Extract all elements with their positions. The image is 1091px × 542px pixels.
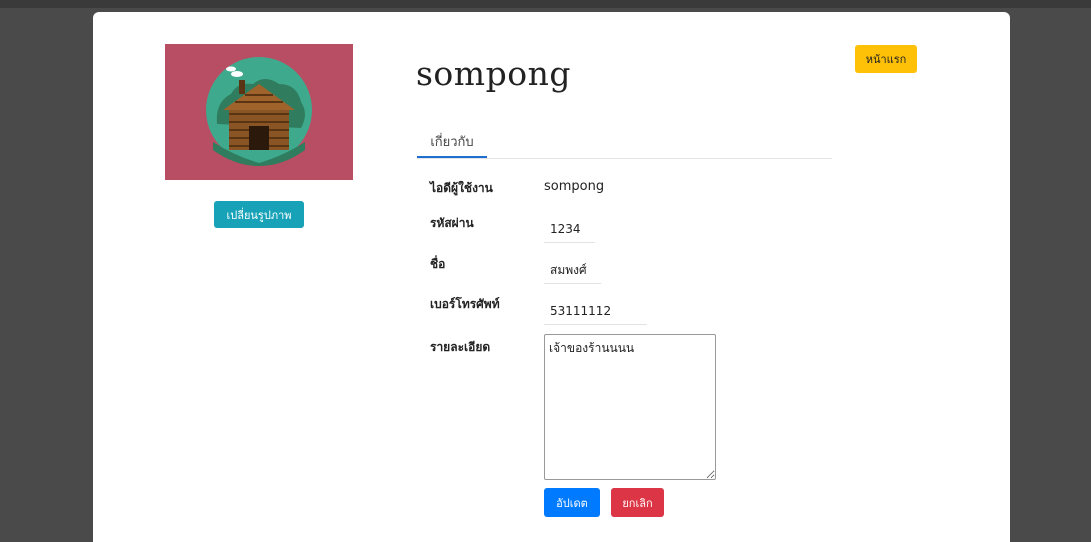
- profile-card: เปลี่ยนรูปภาพ sompong หน้าแรก เกี่ยวกับ …: [93, 12, 1010, 542]
- details-label: รายละเอียด: [430, 340, 491, 354]
- log-cabin-icon: [206, 57, 312, 166]
- phone-field[interactable]: [544, 298, 647, 325]
- update-button[interactable]: อัปเดต: [544, 488, 600, 517]
- cancel-button[interactable]: ยกเลิก: [611, 488, 664, 517]
- password-field[interactable]: [544, 216, 595, 243]
- home-button[interactable]: หน้าแรก: [855, 45, 917, 73]
- change-photo-button[interactable]: เปลี่ยนรูปภาพ: [214, 201, 304, 228]
- details-textarea[interactable]: เจ้าของร้านนนน: [544, 334, 716, 480]
- name-label: ชื่อ: [430, 257, 446, 271]
- tab-about[interactable]: เกี่ยวกับ: [417, 126, 487, 158]
- name-field[interactable]: [544, 257, 601, 284]
- profile-avatar: [165, 44, 353, 180]
- user-id-label: ไอดีผู้ใช้งาน: [430, 181, 493, 195]
- page-title: sompong: [416, 54, 571, 93]
- user-id-value: sompong: [544, 179, 605, 194]
- password-label: รหัสผ่าน: [430, 216, 474, 230]
- tab-bar: เกี่ยวกับ: [417, 126, 832, 159]
- top-strip: [0, 0, 1091, 8]
- phone-label: เบอร์โทรศัพท์: [430, 297, 500, 311]
